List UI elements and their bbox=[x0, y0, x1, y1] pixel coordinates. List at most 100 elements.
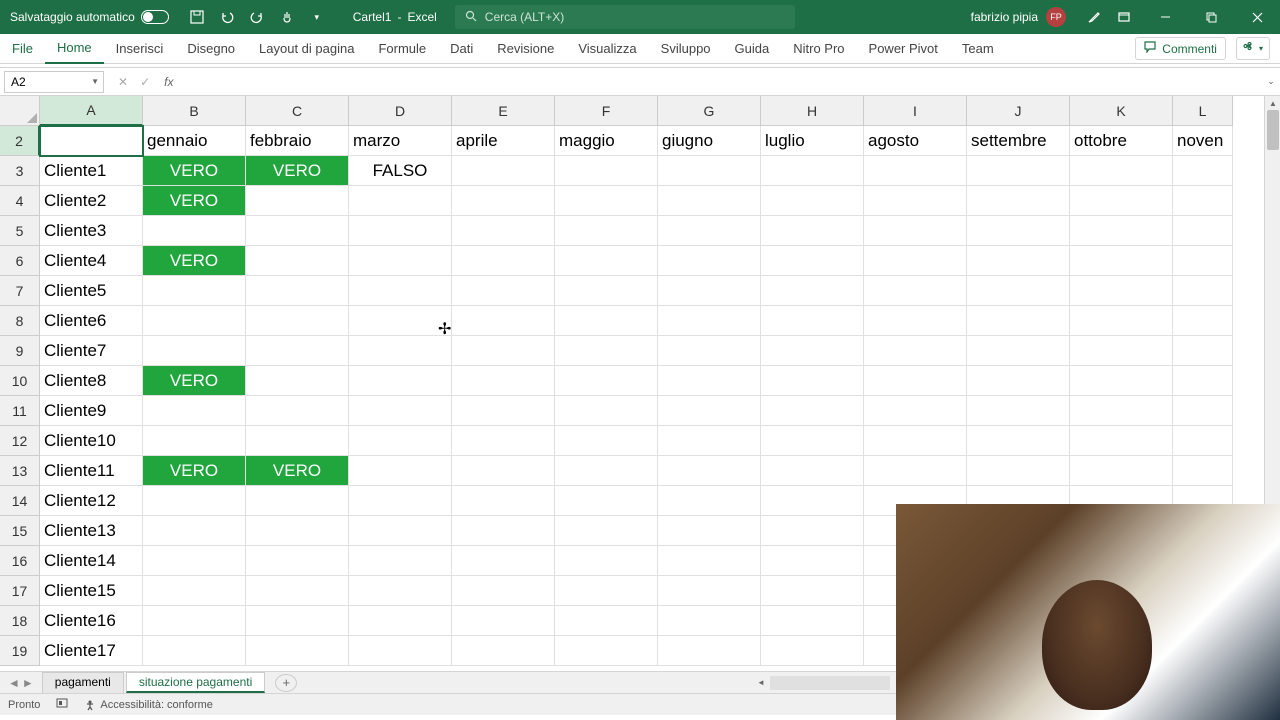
cell[interactable] bbox=[349, 276, 452, 306]
cell[interactable] bbox=[349, 216, 452, 246]
cell[interactable] bbox=[246, 606, 349, 636]
cell[interactable] bbox=[349, 366, 452, 396]
ribbon-tab-team[interactable]: Team bbox=[950, 34, 1006, 64]
column-header-B[interactable]: B bbox=[143, 96, 246, 126]
macro-record-icon[interactable] bbox=[56, 697, 68, 712]
cell[interactable]: Cliente6 bbox=[40, 306, 143, 336]
cell[interactable] bbox=[967, 456, 1070, 486]
cell[interactable]: Cliente1 bbox=[40, 156, 143, 186]
column-header-K[interactable]: K bbox=[1070, 96, 1173, 126]
ribbon-tab-inserisci[interactable]: Inserisci bbox=[104, 34, 176, 64]
cell[interactable] bbox=[349, 606, 452, 636]
cell[interactable] bbox=[1070, 306, 1173, 336]
cell[interactable] bbox=[555, 306, 658, 336]
cell[interactable] bbox=[1070, 336, 1173, 366]
row-header-16[interactable]: 16 bbox=[0, 546, 40, 576]
redo-icon[interactable] bbox=[249, 9, 265, 25]
cell[interactable] bbox=[143, 486, 246, 516]
cell[interactable] bbox=[246, 306, 349, 336]
autosave-toggle[interactable]: Salvataggio automatico bbox=[0, 10, 179, 24]
cell[interactable]: Cliente14 bbox=[40, 546, 143, 576]
cell[interactable]: gennaio bbox=[143, 126, 246, 156]
cell[interactable] bbox=[349, 306, 452, 336]
cell[interactable] bbox=[1173, 186, 1233, 216]
ribbon-tab-nitro-pro[interactable]: Nitro Pro bbox=[781, 34, 856, 64]
cell[interactable] bbox=[555, 606, 658, 636]
cell[interactable] bbox=[761, 636, 864, 666]
cell[interactable]: Cliente10 bbox=[40, 426, 143, 456]
scroll-up-icon[interactable]: ▲ bbox=[1265, 96, 1280, 110]
cell[interactable] bbox=[761, 606, 864, 636]
cell[interactable] bbox=[1070, 276, 1173, 306]
customize-qat-icon[interactable]: ▾ bbox=[309, 9, 325, 25]
cell[interactable] bbox=[1173, 216, 1233, 246]
cell[interactable] bbox=[1173, 426, 1233, 456]
cell[interactable] bbox=[555, 486, 658, 516]
cell[interactable] bbox=[967, 246, 1070, 276]
scroll-left-icon[interactable]: ◄ bbox=[754, 676, 768, 690]
cell[interactable] bbox=[143, 276, 246, 306]
select-all-corner[interactable] bbox=[0, 96, 40, 126]
cell[interactable] bbox=[349, 546, 452, 576]
cell[interactable]: Cliente9 bbox=[40, 396, 143, 426]
cell[interactable] bbox=[555, 276, 658, 306]
column-header-D[interactable]: D bbox=[349, 96, 452, 126]
cell[interactable] bbox=[864, 216, 967, 246]
row-header-18[interactable]: 18 bbox=[0, 606, 40, 636]
cell[interactable] bbox=[349, 516, 452, 546]
cell[interactable] bbox=[143, 576, 246, 606]
cell[interactable] bbox=[1070, 396, 1173, 426]
sheet-tab-pagamenti[interactable]: pagamenti bbox=[42, 672, 124, 693]
cell[interactable] bbox=[761, 516, 864, 546]
cell[interactable] bbox=[452, 276, 555, 306]
row-header-11[interactable]: 11 bbox=[0, 396, 40, 426]
cell[interactable] bbox=[658, 186, 761, 216]
row-header-12[interactable]: 12 bbox=[0, 426, 40, 456]
ribbon-tab-dati[interactable]: Dati bbox=[438, 34, 485, 64]
cell[interactable] bbox=[864, 396, 967, 426]
cell[interactable] bbox=[658, 366, 761, 396]
row-header-4[interactable]: 4 bbox=[0, 186, 40, 216]
cell[interactable] bbox=[555, 336, 658, 366]
cell[interactable] bbox=[555, 456, 658, 486]
cell[interactable] bbox=[246, 576, 349, 606]
row-header-15[interactable]: 15 bbox=[0, 516, 40, 546]
cell[interactable]: VERO bbox=[143, 186, 246, 216]
cancel-icon[interactable]: ✕ bbox=[118, 75, 128, 89]
cell[interactable]: marzo bbox=[349, 126, 452, 156]
cell[interactable] bbox=[864, 456, 967, 486]
chevron-left-icon[interactable]: ◄ bbox=[8, 676, 20, 690]
name-box[interactable]: A2 ▼ bbox=[4, 71, 104, 93]
cell[interactable]: VERO bbox=[143, 366, 246, 396]
cell[interactable]: ottobre bbox=[1070, 126, 1173, 156]
cell[interactable] bbox=[143, 426, 246, 456]
cell[interactable] bbox=[555, 546, 658, 576]
cell[interactable] bbox=[967, 396, 1070, 426]
cell[interactable]: agosto bbox=[864, 126, 967, 156]
cell[interactable] bbox=[1173, 336, 1233, 366]
cell[interactable] bbox=[452, 246, 555, 276]
cell[interactable] bbox=[761, 216, 864, 246]
cell[interactable] bbox=[1173, 246, 1233, 276]
cell[interactable] bbox=[1173, 276, 1233, 306]
cell[interactable] bbox=[555, 396, 658, 426]
cell[interactable] bbox=[761, 576, 864, 606]
cell[interactable] bbox=[349, 456, 452, 486]
row-header-3[interactable]: 3 bbox=[0, 156, 40, 186]
cell[interactable] bbox=[658, 486, 761, 516]
cell[interactable] bbox=[658, 606, 761, 636]
share-button[interactable]: ▾ bbox=[1236, 37, 1270, 60]
cell[interactable]: Cliente5 bbox=[40, 276, 143, 306]
cell[interactable]: aprile bbox=[452, 126, 555, 156]
cell[interactable] bbox=[761, 486, 864, 516]
chevron-right-icon[interactable]: ► bbox=[22, 676, 34, 690]
cell[interactable] bbox=[349, 636, 452, 666]
cell[interactable] bbox=[452, 456, 555, 486]
cell[interactable] bbox=[246, 516, 349, 546]
cell[interactable] bbox=[967, 186, 1070, 216]
cell[interactable] bbox=[246, 396, 349, 426]
row-header-14[interactable]: 14 bbox=[0, 486, 40, 516]
cell[interactable] bbox=[452, 366, 555, 396]
cell[interactable]: Cliente7 bbox=[40, 336, 143, 366]
horizontal-scrollbar[interactable]: ◄ ► bbox=[770, 676, 890, 690]
